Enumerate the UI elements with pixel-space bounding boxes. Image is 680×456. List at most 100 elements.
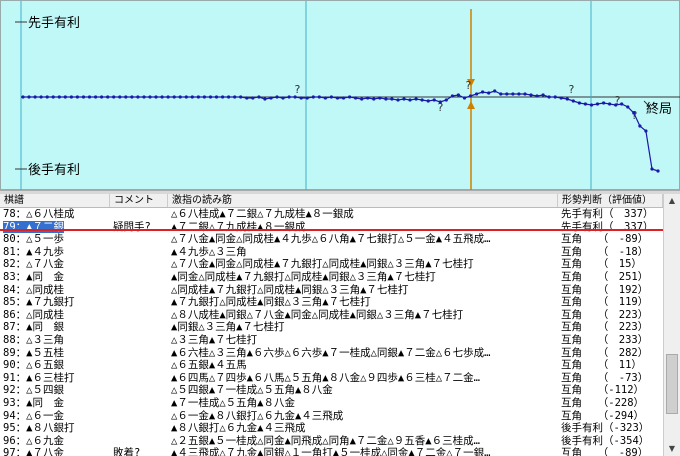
kifu-row[interactable]: 90：△６五銀 △６五銀▲４五馬 互角 （ 11）	[0, 359, 663, 372]
label-gote-advantage: 後手有利	[28, 163, 80, 178]
kifu-row[interactable]: 95：▲８八銀打 ▲８八銀打△６九金▲４三飛成 後手有利（-323）	[0, 422, 663, 435]
kifu-row[interactable]: 91：▲６三桂打 ▲６四馬△７四歩▲６八馬△５五角▲８八金△９四歩▲６三桂△７二金…	[0, 372, 663, 385]
evaluation-point	[299, 96, 303, 100]
kifu-list[interactable]: 棋譜 コメント 激指の読み筋 形勢判断（評価値） 78：△６八桂成 △６八桂成▲７…	[0, 194, 663, 456]
evaluation-point	[106, 95, 110, 99]
evaluation-point	[650, 167, 654, 171]
move-text: 88：△３三角	[3, 333, 64, 346]
evaluation-point	[341, 96, 346, 100]
comment-cell	[110, 410, 168, 423]
evaluation-point	[396, 98, 400, 102]
kifu-row[interactable]: 94：△６一金 △６一金▲８八銀打△６九金▲４三飛成 互角 （-294）	[0, 410, 663, 423]
move-cell: 91：▲６三桂打	[0, 372, 110, 385]
scroll-down-icon[interactable]: ▼	[664, 442, 680, 456]
evaluation-point	[426, 99, 430, 103]
evaluation-point	[118, 95, 122, 99]
scroll-up-icon[interactable]: ▲	[664, 194, 680, 208]
evaluation-point	[221, 95, 225, 99]
pv-cell: △３三角▲７七桂打	[171, 333, 258, 346]
kifu-row[interactable]: 79：▲７二銀 疑問手? ▲７二銀△７九成桂▲８一銀成 先手有利（ 337）	[0, 220, 663, 234]
move-cell: 89：▲５五桂	[0, 347, 110, 360]
comment-cell	[110, 347, 168, 360]
pv-cell: ▲同金△同成桂▲７九銀打△同成桂▲同銀△３三角▲７七桂打	[171, 270, 436, 283]
evaluation-point	[323, 96, 327, 100]
kifu-row[interactable]: 81：▲４九歩 ▲４九歩△３三角 互角 （ -18）	[0, 246, 663, 259]
evaluation-line	[23, 90, 659, 172]
pv-cell: ▲７二銀△７九成桂▲８一銀成	[171, 220, 306, 233]
comment-cell	[110, 208, 168, 221]
evaluation-point	[547, 95, 551, 99]
pv-cell: △７八金▲同金△同成桂▲７九銀打△同成桂▲同銀△３三角▲７七桂打	[171, 258, 474, 271]
eval-cell: 互角 （ 223）	[561, 321, 649, 334]
comment-cell	[110, 271, 168, 284]
eval-cell: 後手有利（-323）	[561, 422, 650, 435]
move-cell: 95：▲８八銀打	[0, 422, 110, 435]
evaluation-point	[632, 111, 636, 115]
eval-cell: 互角 （ 192）	[561, 283, 649, 296]
evaluation-point	[577, 101, 582, 105]
evaluation-point	[184, 95, 188, 99]
move-cell: 78：△６八桂成	[0, 208, 110, 221]
evaluation-point	[360, 97, 364, 101]
question-marks: ? ? ? ? ? ?	[294, 79, 638, 122]
evaluation-point	[202, 95, 206, 99]
evaluation-point	[402, 97, 406, 101]
evaluation-point	[372, 97, 376, 101]
evaluation-point	[450, 94, 454, 98]
pv-cell: △７八金▲同金△同成桂▲４九歩△６八角▲７七銀打△５一金▲４五飛成…	[171, 233, 491, 246]
evaluation-point	[420, 98, 424, 102]
evaluation-point	[317, 95, 321, 99]
list-header: 棋譜 コメント 激指の読み筋 形勢判断（評価値）	[0, 194, 663, 208]
move-cell: 84：△同成桂	[0, 284, 110, 297]
kifu-row[interactable]: 97：▲７八金 敗着? ▲４三飛成△７九金▲同銀△１一角打▲５一桂成△同金▲７二金△…	[0, 447, 663, 456]
column-header-move[interactable]: 棋譜	[0, 194, 110, 207]
kifu-row[interactable]: 80：△５一歩 △７八金▲同金△同成桂▲４九歩△６八角▲７七銀打△５一金▲４五飛成…	[0, 233, 663, 246]
column-header-pv[interactable]: 激指の読み筋	[168, 194, 558, 207]
column-header-eval[interactable]: 形勢判断（評価値）	[558, 194, 663, 207]
eval-cell: 先手有利（ 337）	[561, 220, 654, 233]
evaluation-point	[154, 95, 158, 99]
kifu-row[interactable]: 84：△同成桂 △同成桂▲７九銀打△同成桂▲同銀△３三角▲７七桂打 互角 （ 192…	[0, 284, 663, 297]
evaluation-point	[160, 95, 164, 99]
vertical-scrollbar[interactable]: ▲ ▼	[663, 194, 680, 456]
comment-cell	[110, 384, 168, 397]
kifu-row[interactable]: 89：▲５五桂 ▲６六桂△３三角▲６六歩△６六歩▲７一桂成△同銀▲７二金△６七歩成…	[0, 347, 663, 360]
evaluation-point	[63, 95, 67, 99]
kifu-row[interactable]: 87：▲同 銀 ▲同銀△３三角▲７七桂打 互角 （ 223）	[0, 321, 663, 334]
evaluation-point	[571, 99, 575, 103]
evaluation-point	[21, 95, 25, 99]
question-mark-annotation: ?	[568, 83, 575, 96]
move-cell: 79：▲７二銀	[0, 220, 110, 234]
kifu-row[interactable]: 83：▲同 金 ▲同金△同成桂▲７九銀打△同成桂▲同銀△３三角▲７七桂打 互角 （ …	[0, 271, 663, 284]
kifu-row[interactable]: 88：△３三角 △３三角▲７七桂打 互角 （ 233）	[0, 334, 663, 347]
evaluation-graph[interactable]: 先手有利 後手有利 終局 ? ? ? ? ? ?	[0, 0, 680, 191]
question-mark-annotation: ?	[294, 83, 301, 96]
column-header-comment[interactable]: コメント	[110, 194, 168, 207]
kifu-row[interactable]: 96：△６九金 △２五銀▲５一桂成△同金▲同飛成△同角▲７二金△９五香▲６三桂成……	[0, 435, 663, 448]
pv-cell: △６八桂成▲７二銀△７九成桂▲８一銀成	[171, 208, 354, 220]
evaluation-point	[51, 95, 55, 99]
evaluation-point	[214, 95, 219, 99]
kifu-row[interactable]: 92：△５四銀 △５四銀▲７一桂成△５五角▲８八金 互角 （-112）	[0, 384, 663, 397]
kifu-row[interactable]: 93：▲同 金 ▲７一桂成△５五角▲８八金 互角 （-228）	[0, 397, 663, 410]
evaluation-point	[293, 95, 297, 99]
scrollbar-thumb[interactable]	[666, 354, 678, 414]
evaluation-point	[251, 96, 255, 100]
move-text: 78：△６八桂成	[3, 208, 75, 220]
evaluation-point	[27, 95, 31, 99]
kifu-row[interactable]: 78：△６八桂成 △６八桂成▲７二銀△７九成桂▲８一銀成 先手有利（ 337）	[0, 208, 663, 221]
comment-cell: 疑問手?	[113, 220, 151, 233]
evaluation-point	[75, 95, 79, 99]
evaluation-point	[148, 95, 152, 99]
kifu-row[interactable]: 85：▲７九銀打 ▲７九銀打△同成桂▲同銀△３三角▲７七桂打 互角 （ 119）	[0, 296, 663, 309]
pv-cell: △８八成桂▲同銀△７八金▲同金△同成桂▲同銀△３三角▲７七桂打	[171, 308, 464, 321]
kifu-row[interactable]: 86：△同成桂 △８八成桂▲同銀△７八金▲同金△同成桂▲同銀△３三角▲７七桂打 互角…	[0, 309, 663, 322]
evaluation-point	[33, 95, 37, 99]
evaluation-point	[57, 95, 61, 99]
move-cell: 80：△５一歩	[0, 233, 110, 246]
comment-cell	[110, 334, 168, 347]
evaluation-point	[493, 89, 497, 93]
evaluation-point	[602, 101, 606, 105]
evaluation-point	[565, 97, 569, 101]
kifu-row[interactable]: 82：△７八金 △７八金▲同金△同成桂▲７九銀打△同成桂▲同銀△３三角▲７七桂打 互…	[0, 258, 663, 271]
